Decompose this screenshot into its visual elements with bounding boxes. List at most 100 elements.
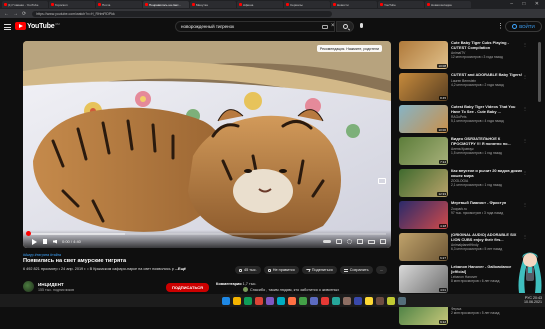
- share-button[interactable]: Поделиться: [301, 266, 337, 274]
- like-button[interactable]: 45 тыс.: [235, 266, 261, 274]
- video-duration: 6:27: [439, 256, 447, 260]
- forward-icon[interactable]: →: [13, 11, 18, 17]
- recommendation-item[interactable]: 8:45 CUTEST and ADORABLE Baby Tigers! Laur…: [399, 73, 527, 103]
- more-options-icon[interactable]: ⋮: [523, 138, 527, 143]
- recommendation-thumbnail[interactable]: 8:45: [399, 73, 448, 101]
- browser-tab[interactable]: Гороскоп: [49, 1, 95, 8]
- recommendation-thumbnail[interactable]: 7:14: [399, 137, 448, 165]
- search-input[interactable]: новорожденный тигренок: [175, 21, 335, 32]
- recommendation-thumbnail[interactable]: 6:27: [399, 233, 448, 261]
- taskbar-app-icon[interactable]: [376, 296, 384, 305]
- browser-tab[interactable]: Понравилось на свет...: [143, 1, 189, 8]
- taskbar-app-icon[interactable]: [299, 296, 307, 305]
- taskbar-app-icon[interactable]: [255, 296, 263, 305]
- taskbar-app-icon[interactable]: [222, 296, 230, 305]
- more-options-icon[interactable]: ⋮: [523, 234, 527, 239]
- more-actions-button[interactable]: …: [375, 266, 388, 274]
- gear-icon[interactable]: [347, 239, 352, 244]
- more-options-icon[interactable]: ⋮: [523, 74, 527, 79]
- fullscreen-icon[interactable]: [380, 239, 386, 244]
- autoplay-toggle-icon[interactable]: [323, 240, 331, 243]
- subtitles-icon[interactable]: [336, 239, 342, 244]
- taskbar-app-icon[interactable]: [332, 296, 340, 305]
- browser-tab[interactable]: Новая вкладка: [425, 1, 471, 8]
- keyboard-language[interactable]: РУС: [525, 296, 532, 300]
- recommendation-thumbnail[interactable]: 4:01: [399, 265, 448, 293]
- page-scrollbar[interactable]: [538, 38, 542, 258]
- youtube-logo[interactable]: YouTube RU: [15, 22, 60, 30]
- taskbar-app-icon[interactable]: [277, 296, 285, 305]
- scrubber-handle[interactable]: [26, 231, 31, 236]
- recommendation-item[interactable]: 4:01 Lebanon Hanover - Gallowdance [offic…: [399, 265, 527, 295]
- video-hashtags[interactable]: #Амур #тигрята #тайга: [23, 253, 61, 257]
- window-controls[interactable]: – □ ✕: [510, 1, 543, 7]
- taskbar-app-icon[interactable]: [387, 296, 395, 305]
- browser-tab[interactable]: Сериалы: [284, 1, 330, 8]
- recommendation-item[interactable]: 10:08 Cute Baby Tiger Cubs Playing - CUTE…: [399, 41, 527, 71]
- taskbar-app-icon[interactable]: [343, 296, 351, 305]
- dislike-button[interactable]: Не нравится: [263, 266, 299, 274]
- taskbar-app-icon[interactable]: [321, 296, 329, 305]
- volume-icon[interactable]: [53, 239, 57, 244]
- browser-tab[interactable]: Минутка: [190, 1, 236, 8]
- clock-time[interactable]: 20:43: [533, 296, 542, 300]
- recommendation-thumbnail[interactable]: 12:33: [399, 169, 448, 197]
- taskbar-app-icon[interactable]: [233, 296, 241, 305]
- microphone-icon[interactable]: [360, 23, 363, 28]
- more-options-icon[interactable]: ⋮: [523, 106, 527, 111]
- save-button[interactable]: Сохранить: [339, 266, 373, 274]
- more-options-icon[interactable]: ⋮: [523, 170, 527, 175]
- progress-bar[interactable]: [26, 231, 386, 236]
- recommendation-thumbnail[interactable]: 4:18: [399, 201, 448, 229]
- recommendation-item[interactable]: 12:33 Как впустил и рычит 20 видов диких …: [399, 169, 527, 199]
- taskbar-app-icon[interactable]: [310, 296, 318, 305]
- next-icon[interactable]: [43, 239, 47, 244]
- taskbar-app-icon[interactable]: [365, 296, 373, 305]
- recommendation-item[interactable]: 4:18 Мертвый Пианист - Фристун Zoopark.ru 9…: [399, 201, 527, 231]
- taskbar-app-icon[interactable]: [288, 296, 296, 305]
- settings-dots-icon[interactable]: ⋮: [497, 22, 504, 30]
- url-field[interactable]: https://www.youtube.com/watch?v=H_RHmFlD…: [32, 10, 333, 17]
- more-options-icon[interactable]: ⋮: [523, 202, 527, 207]
- keyboard-icon[interactable]: [322, 25, 328, 29]
- browser-tab[interactable]: Новости: [331, 1, 377, 8]
- taskbar-app-icon[interactable]: [398, 296, 406, 305]
- taskbar-app-icon[interactable]: [266, 296, 274, 305]
- more-options-icon[interactable]: ⋮: [523, 42, 527, 47]
- video-player[interactable]: Рекомендация. Нажмите, родители 0:00 / 4…: [23, 41, 391, 248]
- channel-name[interactable]: ИНЦИДЕНТ: [38, 282, 74, 287]
- comment-preview[interactable]: Спасибо , таким людям, кто заботится о ж…: [243, 287, 339, 292]
- browser-tab[interactable]: YouTube: [378, 1, 424, 8]
- recommendation-badge[interactable]: Рекомендация. Нажмите, родители: [316, 45, 382, 52]
- comments-count: 1,7 тыс.: [242, 282, 257, 286]
- signin-button[interactable]: ВОЙТИ: [505, 21, 542, 32]
- clear-search-icon[interactable]: ×: [331, 23, 335, 29]
- browser-tab[interactable]: (1) Главная - YouTube: [2, 1, 48, 8]
- channel-avatar[interactable]: [23, 281, 34, 292]
- signin-label: ВОЙТИ: [519, 24, 535, 29]
- theater-mode-icon[interactable]: [368, 239, 375, 244]
- recommendation-thumbnail[interactable]: 10:08: [399, 41, 448, 69]
- browser-tab[interactable]: Афиша: [237, 1, 283, 8]
- search-button[interactable]: [336, 21, 354, 32]
- video-duration: 8:45: [439, 96, 447, 100]
- scrollbar-thumb[interactable]: [538, 42, 541, 102]
- reload-icon[interactable]: ⟳: [22, 11, 26, 17]
- taskbar-app-icon[interactable]: [354, 296, 362, 305]
- show-more-link[interactable]: ...Ещё: [175, 267, 186, 271]
- comments-header[interactable]: Комментарии 1,7 тыс.: [216, 282, 256, 286]
- recommendation-stats: 12 млн просмотров • 3 года назад: [451, 55, 503, 60]
- recommendation-item[interactable]: 7:14 Видео ОБЯЗАТЕЛЬНОЕ К ПРОСМОТРУ !!! Я…: [399, 137, 527, 167]
- miniplayer-icon[interactable]: [357, 239, 363, 244]
- recommendation-thumbnail[interactable]: 10:00: [399, 105, 448, 133]
- picture-in-picture-icon[interactable]: [378, 178, 386, 184]
- recommendation-item[interactable]: 6:27 (ORIGINAL AUDIO) ADORABLE SIX LION C…: [399, 233, 527, 263]
- subscribe-button[interactable]: ПОДПИСАТЬСЯ: [166, 283, 209, 292]
- taskbar-app-icon[interactable]: [244, 296, 252, 305]
- browser-tab[interactable]: Почта: [96, 1, 142, 8]
- play-icon[interactable]: [32, 238, 37, 245]
- channel-row: ИНЦИДЕНТ 155 тыс. подписчиков: [23, 281, 74, 292]
- back-icon[interactable]: ←: [4, 11, 9, 17]
- recommendation-item[interactable]: 10:00 Cutest Baby Tiger Videos That You H…: [399, 105, 527, 135]
- hamburger-menu-icon[interactable]: [4, 24, 11, 30]
